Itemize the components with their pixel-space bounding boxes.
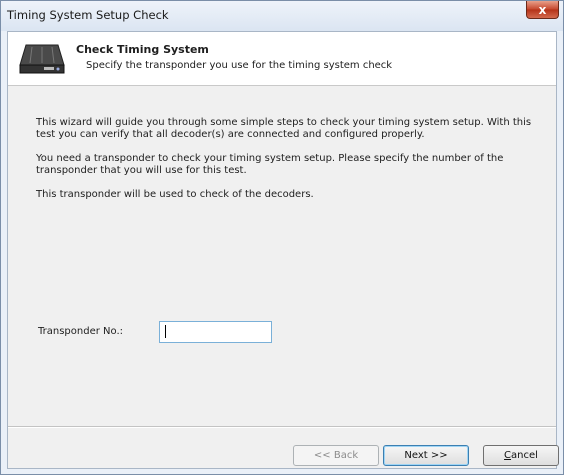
back-button-label: << Back	[313, 450, 359, 461]
wizard-header: Check Timing System Specify the transpon…	[8, 32, 556, 86]
cancel-button-label: ancel	[511, 450, 538, 461]
window-title: Timing System Setup Check	[7, 8, 169, 22]
next-button-label: Next >>	[404, 450, 448, 461]
back-button[interactable]: << Back	[293, 445, 379, 466]
title-bar[interactable]: Timing System Setup Check x	[1, 1, 563, 31]
decoder-check-paragraph: This transponder will be used to check o…	[36, 189, 314, 200]
transponder-input[interactable]	[159, 321, 272, 343]
next-button[interactable]: Next >>	[383, 445, 469, 466]
cancel-button-mnemonic: C	[504, 450, 512, 461]
intro-paragraph: This wizard will guide you through some …	[36, 117, 532, 140]
timing-decoder-device-icon	[19, 44, 65, 74]
transponder-label: Transponder No.:	[38, 326, 123, 337]
cancel-button[interactable]: Cancel	[483, 445, 559, 466]
header-subtitle: Specify the transponder you use for the …	[86, 60, 393, 71]
header-title: Check Timing System	[76, 43, 209, 56]
close-button[interactable]: x	[526, 1, 559, 19]
transponder-needed-paragraph: You need a transponder to check your tim…	[36, 153, 504, 176]
wizard-window: Timing System Setup Check x Check Timing…	[0, 0, 564, 475]
close-icon: x	[538, 2, 547, 17]
button-divider	[8, 426, 556, 428]
wizard-client-area: Check Timing System Specify the transpon…	[7, 31, 559, 469]
text-caret	[165, 325, 166, 338]
